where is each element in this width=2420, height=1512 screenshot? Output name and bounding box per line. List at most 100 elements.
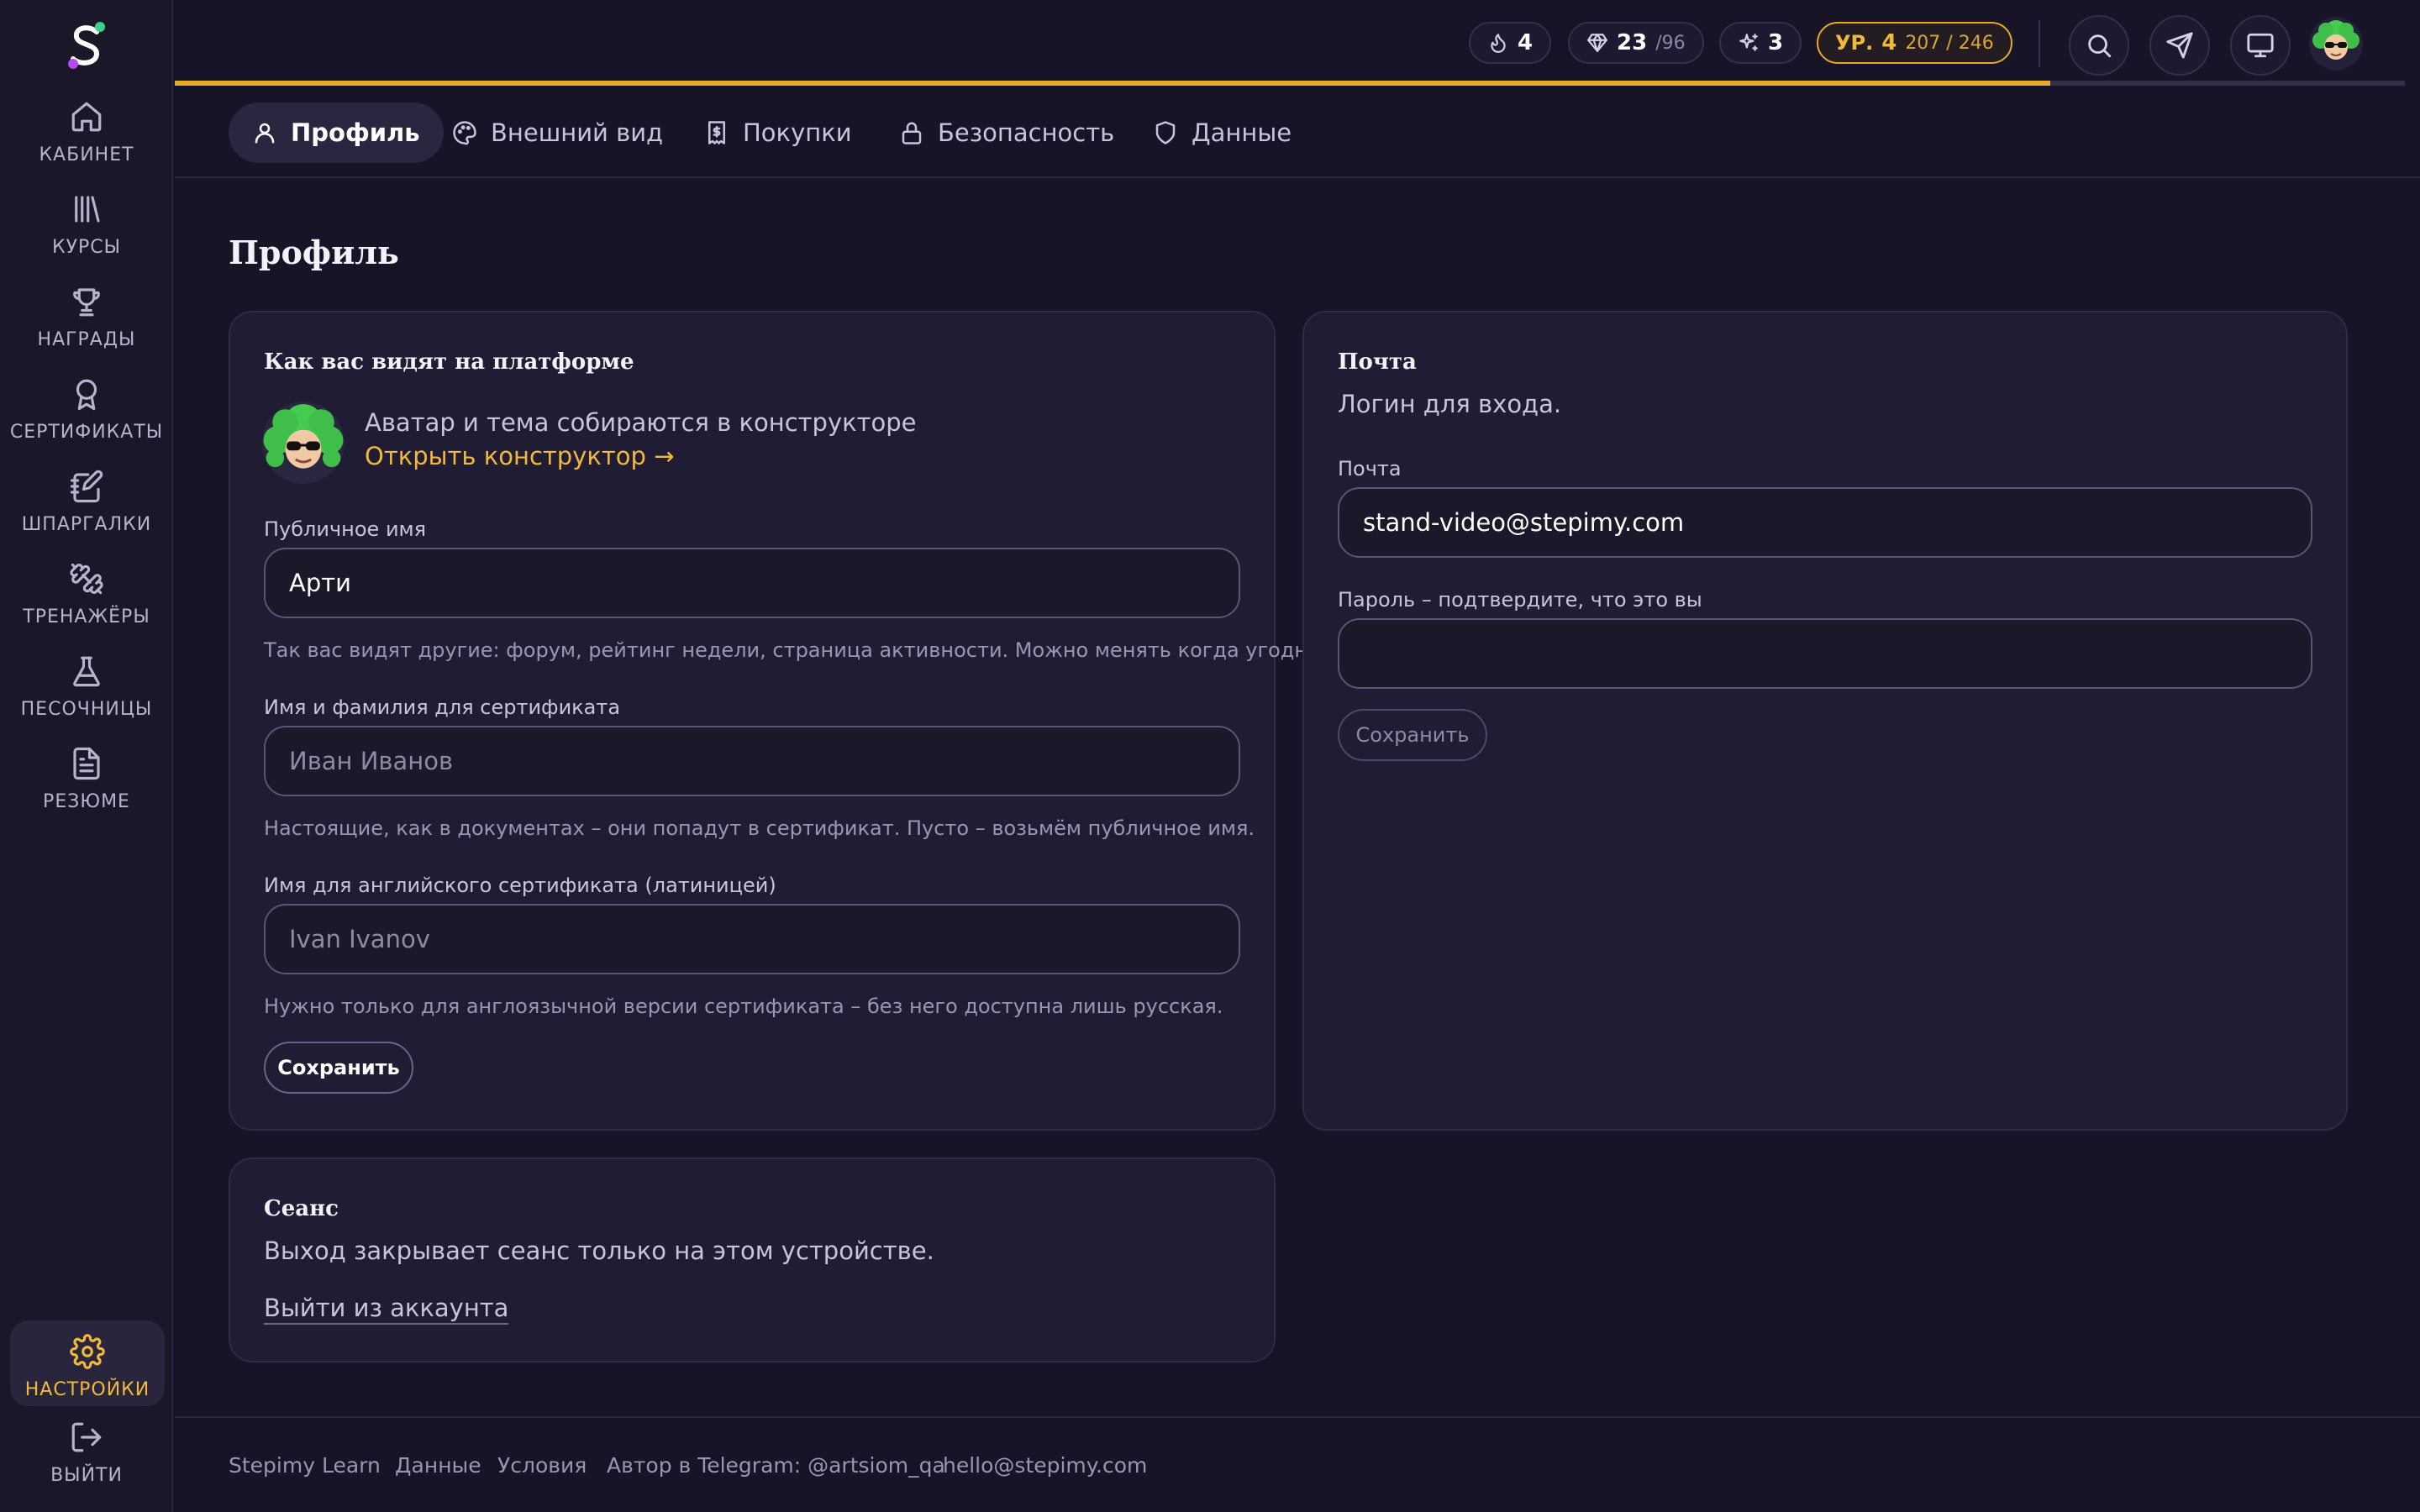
footer-link-telegram[interactable]: Автор в Telegram: @artsiom_qa [607,1453,945,1478]
gear-icon [70,1334,105,1369]
sparkles-badge[interactable]: 3 [1719,22,1802,64]
avatar-description: Аватар и тема собираются в конструкторе [365,408,917,437]
sidebar-item-sandboxes[interactable]: ПЕСОЧНИЦЫ [0,654,173,734]
flame-icon [1491,34,1506,53]
tab-label: Данные [1192,118,1292,147]
settings-tabs: Профиль Внешний вид Покупки Безопасность… [175,87,2420,178]
tab-label: Безопасность [938,118,1115,147]
sidebar-item-label: НАСТРОЙКИ [24,1379,150,1400]
sidebar-item-label: СЕРТИФИКАТЫ [9,422,164,443]
password-label: Пароль – подтвердите, что это вы [1338,588,1702,612]
tab-data[interactable]: Данные [1129,102,1315,163]
send-icon [2166,32,2193,59]
sparkles-count: 3 [1768,30,1784,55]
search-icon [2088,34,2112,58]
receipt-icon [708,121,725,144]
sidebar-item-resume[interactable]: РЕЗЮМЕ [0,746,173,827]
password-input[interactable] [1338,618,2312,689]
tab-purchases[interactable]: Покупки [681,102,876,163]
footer-link-terms[interactable]: Условия [497,1453,587,1478]
level-badge[interactable]: УР. 4 207 / 246 [1817,22,2012,64]
header-divider [2039,20,2040,67]
footer-link-data[interactable]: Данные [395,1453,481,1478]
sidebar-item-awards[interactable]: НАГРАДЫ [0,284,173,365]
email-label: Почта [1338,457,1402,480]
save-email-button[interactable]: Сохранить [1338,709,1487,761]
palette-icon [453,121,476,145]
sidebar-item-label: ВЫЙТИ [50,1465,123,1486]
telegram-button[interactable] [2149,15,2210,76]
english-name-input[interactable]: Ivan Ivanov [264,904,1240,974]
tab-security[interactable]: Безопасность [876,102,1138,163]
sidebar-item-label: РЕЗЮМЕ [43,791,130,812]
public-name-input[interactable]: Арти [264,548,1240,618]
sidebar-item-cheatsheets[interactable]: ШПАРГАЛКИ [0,469,173,549]
sidebar-item-label: ПЕСОЧНИЦЫ [20,699,153,720]
sidebar-item-label: НАГРАДЫ [37,329,136,350]
level-number: 4 [1881,30,1897,55]
footer-link-email[interactable]: hello@stepimy.com [943,1453,1147,1478]
flask-icon [73,656,100,687]
sidebar-item-courses[interactable]: КУРСЫ [0,192,173,272]
page-title: Профиль [229,234,399,271]
english-name-label: Имя для английского сертификата (латиниц… [264,874,776,897]
tab-profile[interactable]: Профиль [229,102,444,163]
file-text-icon [73,747,100,780]
public-name-hint: Так вас видят другие: форум, рейтинг нед… [264,638,1327,662]
english-name-hint: Нужно только для англоязычной версии сер… [264,995,1223,1018]
log-out-icon [71,1422,102,1452]
sidebar-item-settings[interactable]: НАСТРОЙКИ [10,1320,165,1406]
profile-card-title: Как вас видят на платформе [264,349,634,375]
display-button[interactable] [2230,15,2291,76]
trophy-icon [73,288,100,317]
email-card-title: Почта [1338,349,1417,375]
gems-badge[interactable]: 23 /96 [1568,22,1704,64]
email-input[interactable]: stand-video@stepimy.com [1338,487,2312,558]
award-icon [76,379,97,411]
sidebar-item-trainers[interactable]: ТРЕНАЖЁРЫ [0,561,173,642]
level-prefix: УР. [1835,31,1874,55]
open-constructor-link[interactable]: Открыть конструктор → [365,442,674,470]
sidebar-item-dashboard[interactable]: КАБИНЕТ [0,99,173,180]
dumbbell-icon [70,563,103,595]
avatar[interactable] [2309,17,2363,71]
avatar-image-icon [2309,17,2363,71]
save-profile-button[interactable]: Сохранить [264,1042,413,1094]
gems-count: 23 [1617,30,1648,55]
user-icon [255,123,275,144]
home-icon [71,102,102,132]
sidebar-item-certificates[interactable]: СЕРТИФИКАТЫ [0,376,173,457]
session-card-title: Сеанс [264,1196,339,1221]
logout-link[interactable]: Выйти из аккаунта [264,1294,508,1322]
avatar-image-icon [262,402,345,484]
shield-icon [1155,121,1176,144]
monitor-icon [2247,33,2274,58]
search-button[interactable] [2069,15,2129,76]
gem-icon [1587,34,1607,52]
footer-link-home[interactable]: Stepimy Learn [229,1453,381,1478]
sidebar-item-label: КАБИНЕТ [39,144,134,165]
logo-icon[interactable] [61,20,112,71]
xp-progress-fill [175,81,2051,86]
sidebar-item-label: КУРСЫ [51,237,122,258]
tab-label: Внешний вид [491,118,664,147]
certificate-name-input[interactable]: Иван Иванов [264,726,1240,796]
email-card-subtitle: Логин для входа. [1338,390,1562,418]
avatar-preview[interactable] [262,402,345,484]
sidebar-item-label: ТРЕНАЖЁРЫ [23,606,150,627]
public-name-label: Публичное имя [264,517,427,541]
sidebar: КАБИНЕТ КУРСЫ НАГРАДЫ СЕРТИФИКАТЫ ШПАРГА… [0,0,173,1512]
certificate-name-label: Имя и фамилия для сертификата [264,696,621,719]
xp-counter: 207 / 246 [1905,32,1994,54]
lock-icon [902,122,922,144]
library-icon [75,196,100,223]
notebook-pen-icon [70,470,103,503]
tab-appearance[interactable]: Внешний вид [429,102,687,163]
sidebar-item-logout[interactable]: ВЫЙТИ [0,1420,173,1500]
session-card-text: Выход закрывает сеанс только на этом уст… [264,1236,934,1265]
sparkles-icon [1739,34,1758,51]
certificate-name-hint: Настоящие, как в документах – они попаду… [264,816,1255,840]
streak-badge[interactable]: 4 [1469,22,1552,64]
tab-label: Покупки [743,118,852,147]
sidebar-item-label: ШПАРГАЛКИ [21,514,152,535]
